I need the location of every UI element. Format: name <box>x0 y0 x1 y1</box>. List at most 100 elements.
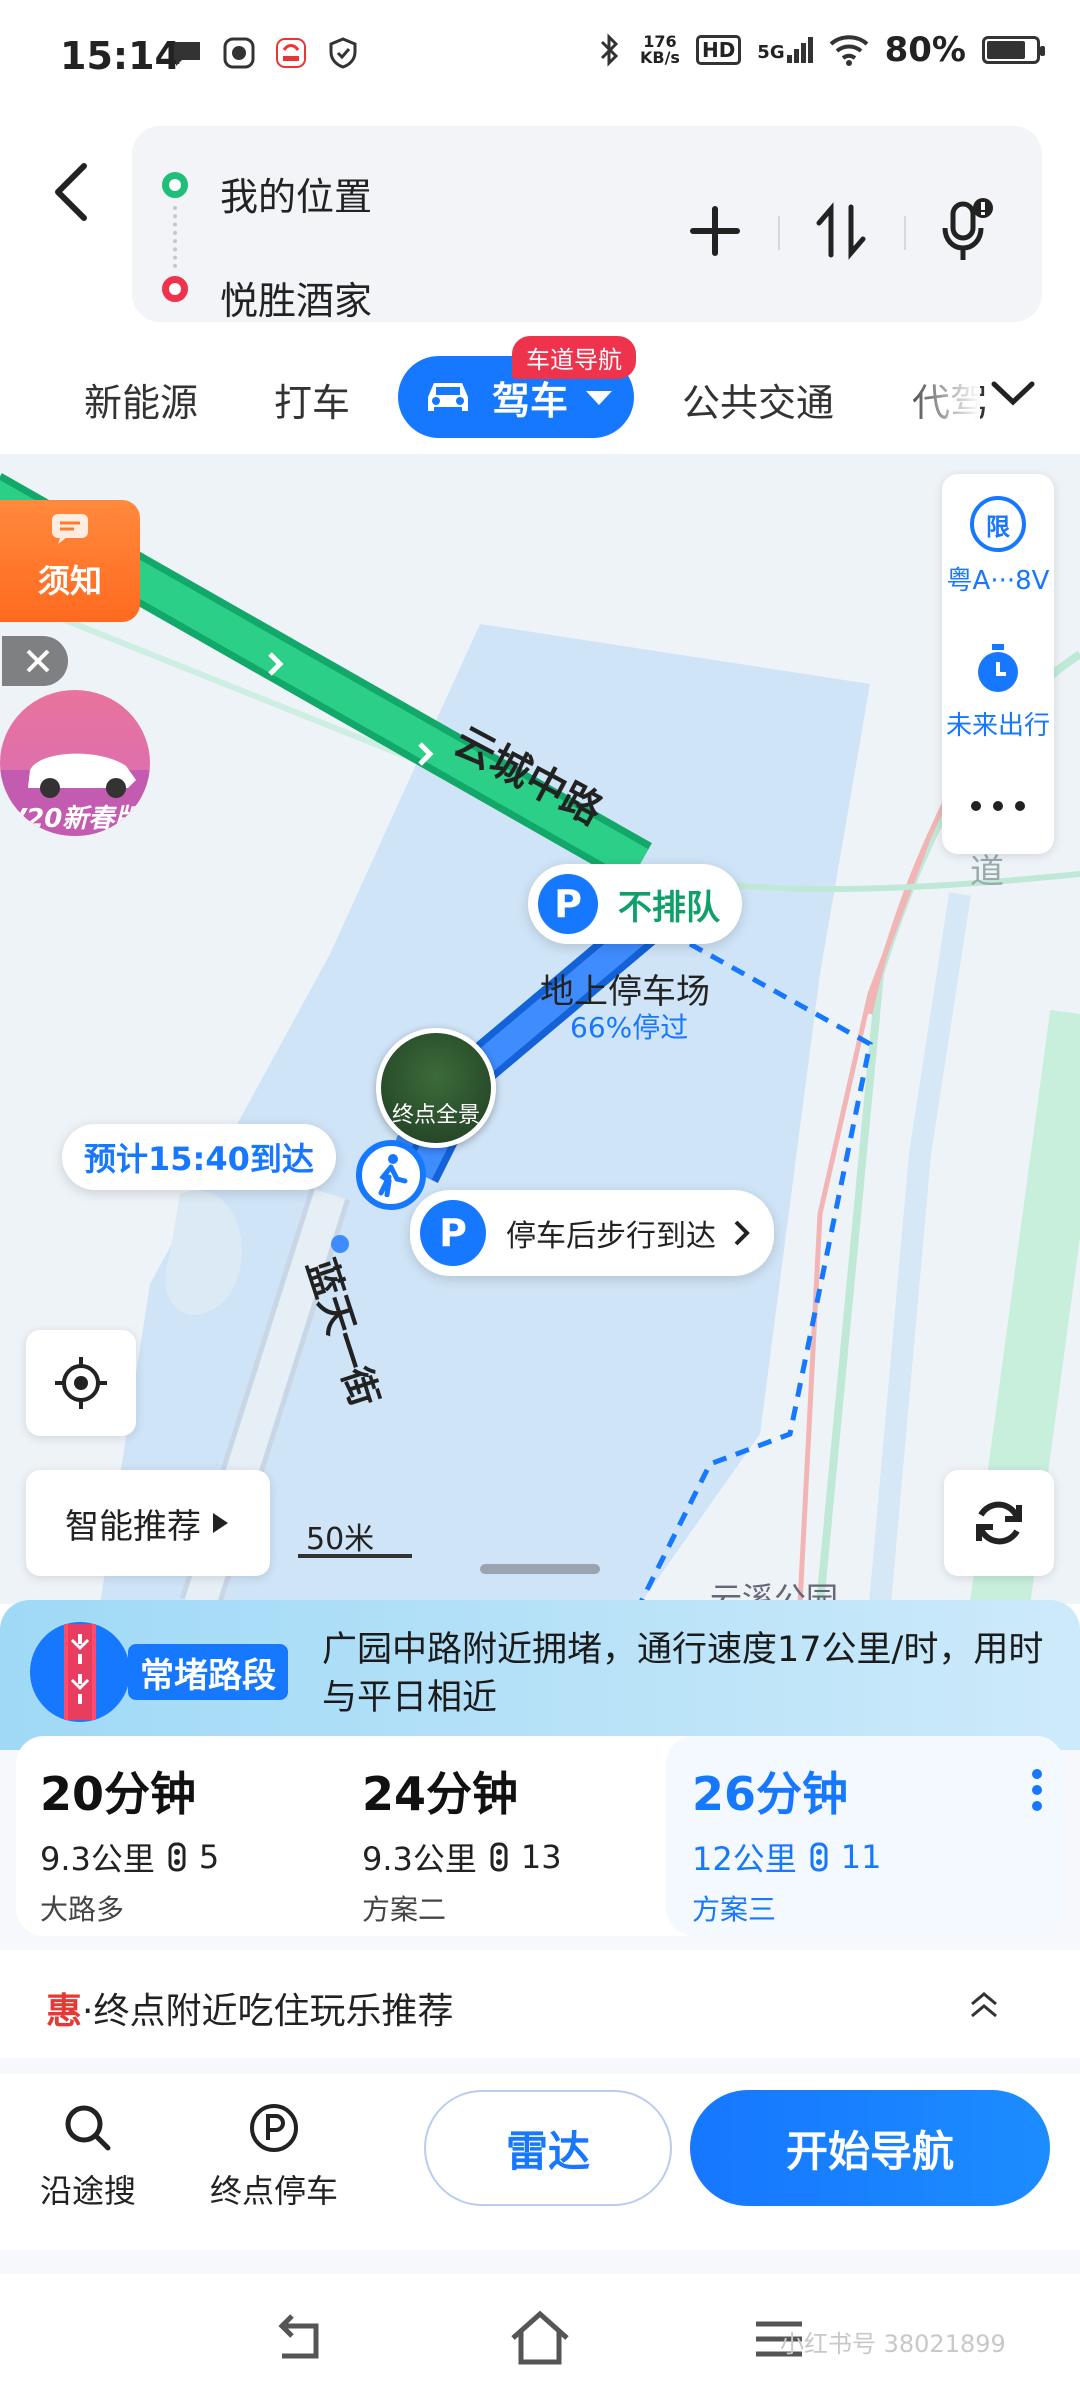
chevron-right-icon <box>734 1220 750 1246</box>
route-distance: 9.3公里 <box>40 1840 155 1878</box>
parking-rate-label: 66%停过 <box>570 1011 689 1044</box>
header-divider <box>904 216 906 250</box>
scale-bar: 50米 <box>298 1514 412 1558</box>
future-travel-button[interactable]: 未来出行 <box>942 640 1054 742</box>
app-icon <box>223 37 255 69</box>
action-bar: 沿途搜 终点停车 雷达 开始导航 <box>0 2074 1080 2250</box>
destination-dot-icon <box>162 276 188 302</box>
congested-road-icon <box>30 1622 130 1722</box>
back-icon[interactable] <box>40 152 110 232</box>
restriction-icon: 限 <box>970 496 1026 552</box>
battery-percent: 80% <box>884 30 966 70</box>
congestion-badge-label: 常堵路段 <box>128 1644 288 1700</box>
locate-icon <box>55 1357 107 1409</box>
back-nav-icon[interactable] <box>266 2304 336 2374</box>
close-icon <box>26 649 50 673</box>
discount-icon: 惠 <box>46 1991 83 2032</box>
congestion-banner[interactable]: 常堵路段 广园中路附近拥堵，通行速度17公里/时，用时与平日相近 <box>0 1600 1080 1750</box>
origin-field[interactable]: 我的位置 <box>220 166 372 221</box>
parking-icon: P <box>538 874 598 934</box>
promo-banner[interactable]: V20新春版 <box>0 690 150 836</box>
no-queue-label: 不排队 <box>618 887 720 928</box>
route-input-box: 我的位置 悦胜酒家 <box>132 126 1042 325</box>
route-option-3[interactable]: 26分钟 12公里 11 方案三 <box>692 1758 881 1928</box>
voice-button[interactable] <box>932 196 1002 266</box>
home-nav-icon[interactable] <box>505 2304 575 2374</box>
status-system-icons: 176 KB/s HD 5G 80% <box>596 30 1045 70</box>
caret-right-icon <box>213 1513 228 1533</box>
route-time: 24分钟 <box>362 1767 519 1821</box>
promo-close-button[interactable] <box>2 636 68 686</box>
traffic-light-icon <box>490 1842 508 1872</box>
plate-restriction-button[interactable]: 限 粤A···8V <box>942 496 1054 597</box>
search-along-button[interactable]: 沿途搜 <box>40 2100 136 2212</box>
promo-title: V20新春版 <box>6 804 141 834</box>
search-along-label: 沿途搜 <box>40 2172 137 2210</box>
tab-public-transit[interactable]: 公共交通 <box>682 372 834 427</box>
tab-new-energy[interactable]: 新能源 <box>84 372 198 427</box>
traffic-light-icon <box>810 1842 828 1872</box>
walk-after-parking-pill[interactable]: P 停车后步行到达 <box>410 1190 774 1276</box>
map-tools-panel: 限 粤A···8V 未来出行 <box>942 474 1054 854</box>
tab-taxi[interactable]: 打车 <box>274 372 350 427</box>
plus-icon <box>690 206 740 256</box>
parking-circle-icon <box>250 2104 298 2152</box>
route-tag: 方案三 <box>692 1893 777 1926</box>
more-tools-button[interactable] <box>942 790 1054 820</box>
recommend-text: ·终点附近吃住玩乐推荐 <box>82 1991 454 2032</box>
microphone-icon <box>942 198 993 260</box>
promo-notice-tab[interactable]: 须知 <box>0 500 140 622</box>
net-speed: 176 KB/s <box>639 32 680 67</box>
route-option-2[interactable]: 24分钟 9.3公里 13 方案二 <box>362 1758 562 1928</box>
route-time: 26分钟 <box>692 1767 849 1821</box>
traffic-light-icon <box>168 1842 186 1872</box>
route-connector <box>173 206 177 268</box>
route-option-1[interactable]: 20分钟 9.3公里 5 大路多 <box>40 1758 219 1928</box>
congestion-text: 广园中路附近拥堵，通行速度17公里/时，用时与平日相近 <box>322 1630 1044 1718</box>
stopwatch-icon <box>978 644 1018 692</box>
promo-notice-label: 须知 <box>38 562 103 600</box>
route-options: 20分钟 9.3公里 5 大路多 24分钟 9.3公里 13 方案二 26分钟 … <box>16 1736 1064 1936</box>
radar-button[interactable]: 雷达 <box>424 2090 672 2206</box>
route-bottom-sheet: 常堵路段 广园中路附近拥堵，通行速度17公里/时，用时与平日相近 20分钟 9.… <box>0 1600 1080 2400</box>
tab-fade <box>900 366 980 426</box>
wifi-icon <box>829 35 868 66</box>
route-distance-row: 9.3公里 5 <box>40 1834 219 1880</box>
bluetooth-icon <box>600 33 619 67</box>
start-navigation-button[interactable]: 开始导航 <box>690 2090 1050 2206</box>
parking-no-queue-pill[interactable]: P 不排队 <box>528 864 742 944</box>
telecom-app-icon <box>276 38 306 68</box>
swap-button[interactable] <box>806 196 876 266</box>
destination-field[interactable]: 悦胜酒家 <box>220 270 372 325</box>
route-tag: 大路多 <box>40 1893 125 1926</box>
smart-recommend-button[interactable]: 智能推荐 <box>26 1470 270 1576</box>
route-distance-row: 12公里 11 <box>692 1834 881 1880</box>
route-distance: 9.3公里 <box>362 1840 477 1878</box>
add-waypoint-button[interactable] <box>680 196 750 266</box>
header-divider <box>778 216 780 250</box>
sheet-drag-handle[interactable] <box>480 1564 600 1574</box>
battery-icon <box>982 36 1045 64</box>
route-header: 我的位置 悦胜酒家 <box>0 112 1080 344</box>
refresh-button[interactable] <box>944 1470 1054 1576</box>
route-tag: 方案二 <box>362 1893 447 1926</box>
more-vertical-icon[interactable] <box>1030 1768 1044 1812</box>
destination-recommend-row[interactable]: 惠·终点附近吃住玩乐推荐 <box>0 1950 1080 2058</box>
destination-parking-button[interactable]: 终点停车 <box>210 2100 338 2212</box>
walking-icon <box>378 1154 408 1197</box>
map-view[interactable]: 云城中路 蓝天一街 道 云溪公园 P 不排队 地上停车场 66%停过 终点全景 … <box>0 454 1080 1604</box>
walking-marker <box>356 1140 426 1210</box>
eta-label: 预计15:40到达 <box>84 1140 314 1178</box>
chevron-down-icon[interactable] <box>990 374 1036 414</box>
swap-icon <box>816 202 866 260</box>
map-canvas <box>0 473 1080 1604</box>
message-icon <box>174 42 200 66</box>
route-lights: 11 <box>840 1838 882 1876</box>
status-time: 15:14 <box>60 34 181 78</box>
destination-view-thumbnail[interactable]: 终点全景 <box>376 1028 496 1148</box>
locate-button[interactable] <box>26 1330 136 1436</box>
status-bar: 15:14 176 KB/s HD 5G 80% <box>0 0 1080 112</box>
future-travel-label: 未来出行 <box>945 711 1050 741</box>
travel-mode-tabs: 新能源 打车 驾车 车道导航 公共交通 代驾 <box>0 336 1080 454</box>
origin-dot-icon <box>162 172 188 198</box>
